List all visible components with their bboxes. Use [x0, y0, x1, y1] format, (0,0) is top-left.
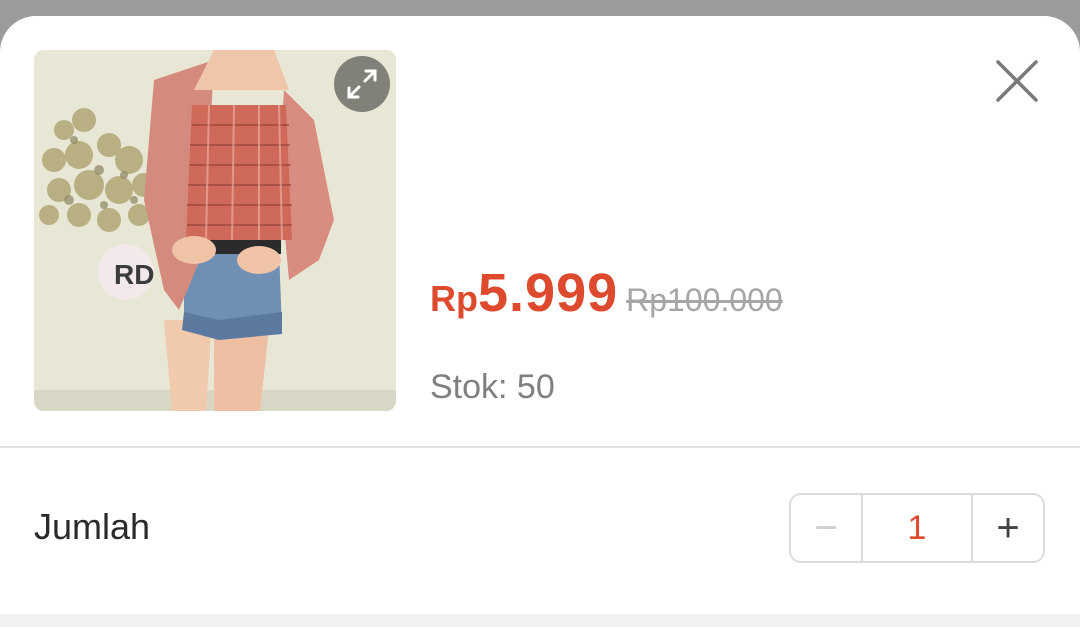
increment-button[interactable]: +	[973, 495, 1043, 561]
price-currency: Rp	[430, 278, 478, 319]
divider	[0, 446, 1080, 448]
original-price: Rp100.000	[626, 282, 783, 318]
brand-logo: RD	[114, 259, 154, 290]
expand-icon	[347, 69, 377, 99]
bottom-strip	[0, 614, 1080, 627]
bottom-sheet: RD Rp 5.999 Rp100.000 Stok: 50 Jumlah − …	[0, 16, 1080, 627]
product-image[interactable]: RD	[34, 50, 396, 411]
decrement-button[interactable]: −	[791, 495, 861, 561]
quantity-value[interactable]: 1	[861, 495, 973, 561]
quantity-stepper[interactable]: − 1 +	[789, 493, 1045, 563]
stock-label: Stok: 50	[430, 368, 555, 406]
close-icon[interactable]	[992, 56, 1042, 106]
price-value: 5.999	[478, 263, 619, 323]
expand-button[interactable]	[334, 56, 390, 112]
quantity-label: Jumlah	[34, 506, 151, 547]
price-row: Rp 5.999 Rp100.000	[430, 262, 783, 324]
